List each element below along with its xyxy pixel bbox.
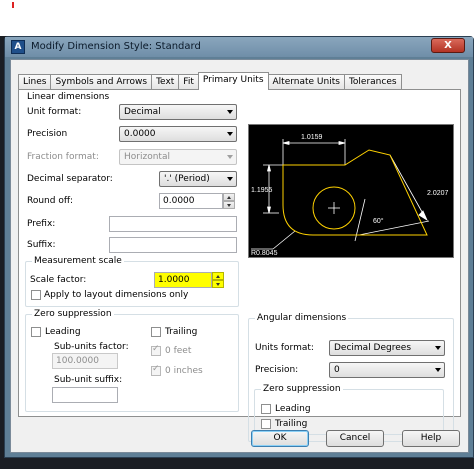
tab-lines[interactable]: Lines bbox=[18, 74, 52, 90]
help-button[interactable]: Help bbox=[402, 430, 460, 447]
chevron-down-icon bbox=[227, 177, 233, 181]
precision-value: 0.0000 bbox=[124, 129, 156, 139]
measurement-scale-group: Measurement scale Scale factor: 1.0000 A… bbox=[25, 256, 239, 307]
tab-tolerances[interactable]: Tolerances bbox=[343, 74, 402, 90]
angular-precision-label: Precision: bbox=[255, 365, 299, 375]
suffix-label: Suffix: bbox=[27, 240, 56, 250]
leading-checkbox[interactable] bbox=[31, 327, 41, 337]
linear-dimensions-legend: Linear dimensions bbox=[27, 92, 110, 102]
unit-format-value: Decimal bbox=[124, 107, 161, 117]
round-off-label: Round off: bbox=[27, 196, 74, 206]
preview-dim-left: 1.1955 bbox=[251, 187, 273, 194]
decimal-separator-label: Decimal separator: bbox=[27, 174, 113, 184]
primary-units-panel: Linear dimensions Unit format: Decimal P… bbox=[18, 89, 461, 442]
chevron-down-icon bbox=[227, 132, 233, 136]
zero-feet-label: 0 feet bbox=[165, 346, 192, 356]
suffix-input[interactable] bbox=[109, 237, 237, 253]
chevron-down-icon bbox=[227, 110, 233, 114]
zero-suppression-angular-group: Zero suppression Leading Trailing bbox=[254, 384, 444, 435]
angular-dimensions-legend: Angular dimensions bbox=[255, 313, 349, 323]
angular-zero-suppression-legend: Zero suppression bbox=[261, 384, 343, 394]
apply-layout-checkbox[interactable] bbox=[31, 290, 41, 300]
angular-leading-checkbox[interactable] bbox=[261, 404, 271, 414]
chevron-down-icon bbox=[227, 155, 233, 159]
angular-units-format-dropdown[interactable]: Decimal Degrees bbox=[329, 340, 445, 356]
angular-trailing-label: Trailing bbox=[275, 419, 308, 429]
dialog-window: A Modify Dimension Style: Standard X Lin… bbox=[4, 36, 474, 458]
dimension-preview: 1.0159 1.1955 2.0207 60° R0.8045 bbox=[248, 124, 454, 258]
subunits-factor-input[interactable]: 100.0000 bbox=[52, 353, 118, 369]
subunit-suffix-label: Sub-unit suffix: bbox=[54, 375, 123, 385]
tab-symbols-and-arrows[interactable]: Symbols and Arrows bbox=[50, 74, 153, 90]
tab-fit[interactable]: Fit bbox=[178, 74, 199, 90]
dialog-client: Lines Symbols and Arrows Text Fit Primar… bbox=[10, 59, 469, 453]
tab-strip: Lines Symbols and Arrows Text Fit Primar… bbox=[18, 72, 402, 90]
unit-format-label: Unit format: bbox=[27, 107, 82, 117]
zero-suppression-linear-group: Zero suppression Leading Trailing Sub-un… bbox=[25, 309, 239, 412]
tab-alternate-units[interactable]: Alternate Units bbox=[267, 74, 345, 90]
spin-down-icon[interactable] bbox=[223, 201, 235, 209]
angular-precision-dropdown[interactable]: 0 bbox=[329, 362, 445, 378]
fraction-format-label: Fraction format: bbox=[27, 152, 99, 162]
tab-text[interactable]: Text bbox=[151, 74, 180, 90]
fraction-format-value: Horizontal bbox=[124, 152, 170, 162]
scale-factor-input[interactable]: 1.0000 bbox=[154, 272, 212, 288]
chevron-down-icon bbox=[435, 346, 441, 350]
screen: A Modify Dimension Style: Standard X Lin… bbox=[0, 0, 474, 469]
round-off-input[interactable]: 0.0000 bbox=[159, 193, 223, 209]
measurement-scale-legend: Measurement scale bbox=[32, 256, 124, 266]
angular-dimensions-group: Angular dimensions Units format: Decimal… bbox=[248, 313, 454, 442]
zero-feet-checkbox[interactable] bbox=[151, 344, 161, 356]
unit-format-dropdown[interactable]: Decimal bbox=[119, 104, 237, 120]
cancel-button[interactable]: Cancel bbox=[326, 430, 384, 447]
leading-label: Leading bbox=[45, 327, 81, 337]
chevron-down-icon bbox=[435, 368, 441, 372]
round-off-spinner[interactable] bbox=[223, 193, 235, 209]
preview-radius: R0.8045 bbox=[251, 250, 278, 257]
units-format-label: Units format: bbox=[255, 343, 314, 353]
fraction-format-dropdown[interactable]: Horizontal bbox=[119, 149, 237, 165]
autocad-app-icon: A bbox=[11, 40, 25, 54]
angular-leading-label: Leading bbox=[275, 404, 311, 414]
preview-dim-top: 1.0159 bbox=[301, 134, 323, 141]
scale-factor-spinner[interactable] bbox=[212, 272, 224, 288]
decimal-separator-value: '.' (Period) bbox=[164, 174, 210, 184]
prefix-input[interactable] bbox=[109, 216, 237, 232]
zero-inches-checkbox[interactable] bbox=[151, 364, 161, 376]
close-button[interactable]: X bbox=[431, 38, 465, 53]
preview-drawing: 1.0159 1.1955 2.0207 60° R0.8045 bbox=[251, 134, 449, 257]
precision-label: Precision bbox=[27, 129, 68, 139]
spin-up-icon[interactable] bbox=[212, 272, 224, 280]
trailing-label: Trailing bbox=[165, 327, 198, 337]
scale-factor-label: Scale factor: bbox=[30, 275, 87, 285]
window-title: Modify Dimension Style: Standard bbox=[31, 41, 201, 52]
spin-down-icon[interactable] bbox=[212, 280, 224, 288]
subunits-factor-label: Sub-units factor: bbox=[54, 342, 129, 352]
preview-angle: 60° bbox=[373, 217, 384, 225]
preview-dim-right: 2.0207 bbox=[427, 190, 449, 197]
zero-inches-label: 0 inches bbox=[165, 366, 203, 376]
zero-suppression-legend: Zero suppression bbox=[32, 309, 114, 319]
title-bar[interactable]: A Modify Dimension Style: Standard X bbox=[5, 37, 473, 57]
decimal-separator-dropdown[interactable]: '.' (Period) bbox=[159, 171, 237, 187]
tab-primary-units[interactable]: Primary Units bbox=[197, 72, 269, 90]
apply-layout-label: Apply to layout dimensions only bbox=[44, 290, 189, 300]
prefix-label: Prefix: bbox=[27, 219, 56, 229]
ok-button[interactable]: OK bbox=[251, 430, 309, 447]
angular-units-format-value: Decimal Degrees bbox=[334, 343, 412, 353]
subunit-suffix-input[interactable] bbox=[52, 387, 118, 403]
trailing-checkbox[interactable] bbox=[151, 327, 161, 337]
angular-trailing-checkbox[interactable] bbox=[261, 419, 271, 429]
precision-dropdown[interactable]: 0.0000 bbox=[119, 126, 237, 142]
spin-up-icon[interactable] bbox=[223, 193, 235, 201]
background-mark bbox=[12, 2, 14, 8]
angular-precision-value: 0 bbox=[334, 365, 340, 375]
